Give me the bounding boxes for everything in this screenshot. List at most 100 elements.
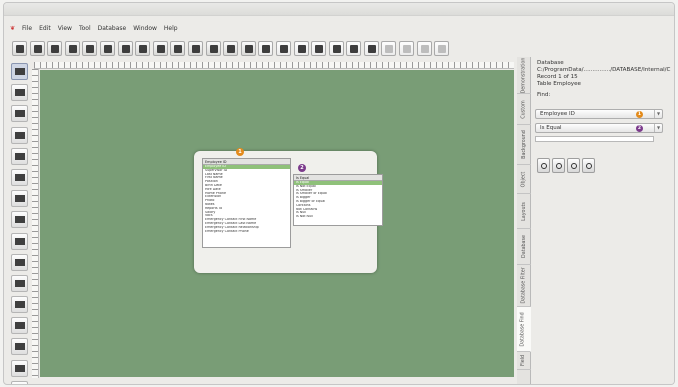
menu-help[interactable]: Help — [164, 25, 178, 37]
operator-list[interactable]: Is Equal Is Equal Is Not Equal Is Smaller I… — [293, 174, 383, 226]
menu-file[interactable]: File — [22, 25, 32, 37]
tool-button[interactable] — [11, 359, 28, 377]
sidebar-tab[interactable]: Database Find — [517, 307, 531, 352]
toolbar-button[interactable] — [240, 41, 256, 56]
edit-tool-icon — [15, 364, 25, 372]
toolbar-button[interactable] — [381, 41, 397, 56]
find-next-icon — [571, 163, 577, 169]
database-icon — [68, 45, 77, 53]
move-prev-icon — [297, 45, 306, 53]
toolbar-button[interactable] — [47, 41, 63, 56]
toolbar-button[interactable] — [64, 41, 80, 56]
find-nav-button[interactable] — [567, 158, 580, 173]
find-nav-button[interactable] — [582, 158, 595, 173]
toolbar-button[interactable] — [82, 41, 98, 56]
find-field-select[interactable]: Employee ID 1 ▼ — [535, 109, 663, 119]
tool-button[interactable] — [11, 147, 28, 165]
properties-sidebar: Demonstration Custom Background Object Layou… — [517, 57, 674, 384]
toolbar-button[interactable] — [29, 41, 45, 56]
table-icon — [139, 45, 148, 53]
title-bar — [4, 3, 674, 16]
toolbar-button[interactable] — [135, 41, 151, 56]
menu-view[interactable]: View — [58, 25, 72, 37]
toolbar-button[interactable] — [363, 41, 379, 56]
copy-icon — [227, 45, 236, 53]
tool-button[interactable] — [11, 63, 28, 80]
toolbar-button[interactable] — [187, 41, 203, 56]
toolbar-button[interactable] — [399, 41, 415, 56]
design-canvas[interactable]: 1 Employee ID Employee ID Supervisor ID La… — [40, 70, 514, 377]
menu-edit[interactable]: Edit — [39, 25, 51, 37]
toolbar-button[interactable] — [275, 41, 291, 56]
sidebar-tab[interactable]: Layouts — [517, 194, 531, 229]
find-navigation — [537, 158, 595, 173]
tool-button[interactable] — [11, 253, 28, 271]
move-next-icon — [315, 45, 324, 53]
menu-window[interactable]: Window — [133, 25, 157, 37]
barcode-tool-icon — [15, 258, 25, 266]
tool-button[interactable] — [11, 274, 28, 292]
find-nav-button[interactable] — [552, 158, 565, 173]
sort-icon — [420, 45, 429, 53]
toolbar-button[interactable] — [152, 41, 168, 56]
chevron-down-icon: ▼ — [654, 110, 662, 118]
find-value-input[interactable] — [535, 136, 654, 142]
toolbar-button[interactable] — [311, 41, 327, 56]
tool-button[interactable] — [11, 84, 28, 102]
sidebar-tab[interactable]: Object — [517, 165, 531, 194]
toolbar-button[interactable] — [205, 41, 221, 56]
sidebar-tab-label: Database Filter — [521, 267, 527, 304]
sidebar-tab[interactable]: Custom — [517, 94, 531, 125]
menu-tool[interactable]: Tool — [79, 25, 91, 37]
menu-database[interactable]: Database — [98, 25, 127, 37]
sidebar-tab[interactable]: Background — [517, 125, 531, 165]
tool-button[interactable] — [11, 380, 28, 384]
tool-button[interactable] — [11, 168, 28, 186]
badge-operator-side: 2 — [636, 125, 643, 132]
toolbar-button[interactable] — [293, 41, 309, 56]
find-operator-value: Is Equal — [540, 125, 562, 131]
find-previous-icon — [556, 163, 562, 169]
toolbar-button[interactable] — [346, 41, 362, 56]
field-list[interactable]: Employee ID Employee ID Supervisor ID Last… — [202, 158, 291, 248]
tool-button[interactable] — [11, 338, 28, 356]
database-info: Database C:/ProgramData/.............../… — [537, 60, 674, 99]
tool-button[interactable] — [11, 126, 28, 144]
save-icon — [51, 45, 60, 53]
menu-bar: ❦ File Edit View Tool Database Window He… — [10, 25, 178, 37]
toolbar-button[interactable] — [258, 41, 274, 56]
tool-button[interactable] — [11, 190, 28, 208]
tool-button[interactable] — [11, 317, 28, 335]
info-database-path: C:/ProgramData/.............../DATABASE/… — [537, 67, 671, 73]
toolbar-button[interactable] — [117, 41, 133, 56]
toolbar — [12, 40, 452, 57]
photo-tool-icon — [15, 343, 25, 351]
field-list-item[interactable]: Emergency Contact Phone — [203, 230, 290, 234]
toolbar-button[interactable] — [223, 41, 239, 56]
sidebar-tab[interactable]: Database — [517, 229, 531, 265]
find-nav-button[interactable] — [537, 158, 550, 173]
sidebar-tab-label: Custom — [521, 99, 527, 119]
new-layout-icon — [16, 45, 24, 53]
vertical-ruler — [32, 69, 39, 378]
info-table-name: Table Employee — [537, 81, 581, 87]
toolbar-button[interactable] — [99, 41, 115, 56]
toolbar-button[interactable] — [416, 41, 432, 56]
tool-button[interactable] — [11, 211, 28, 229]
info-record-count: Record 1 of 15 — [537, 74, 578, 80]
operator-list-item[interactable]: Is Not Null — [294, 215, 382, 219]
find-operator-select[interactable]: Is Equal 2 ▼ — [535, 123, 663, 133]
sidebar-tab[interactable]: Database Filter — [517, 265, 531, 307]
tool-button[interactable] — [11, 296, 28, 314]
tool-button[interactable] — [11, 232, 28, 250]
toolbar-button[interactable] — [170, 41, 186, 56]
tool-button[interactable] — [11, 105, 28, 123]
sidebar-tab[interactable]: Field — [517, 352, 531, 370]
add-record-icon — [350, 45, 359, 53]
toolbar-button[interactable] — [12, 41, 27, 56]
toolbar-button[interactable] — [328, 41, 344, 56]
toolbar-button[interactable] — [434, 41, 450, 56]
sidebar-tab[interactable]: Demonstration — [517, 57, 531, 94]
table-tool-icon — [15, 237, 25, 245]
text-icon — [103, 45, 112, 53]
